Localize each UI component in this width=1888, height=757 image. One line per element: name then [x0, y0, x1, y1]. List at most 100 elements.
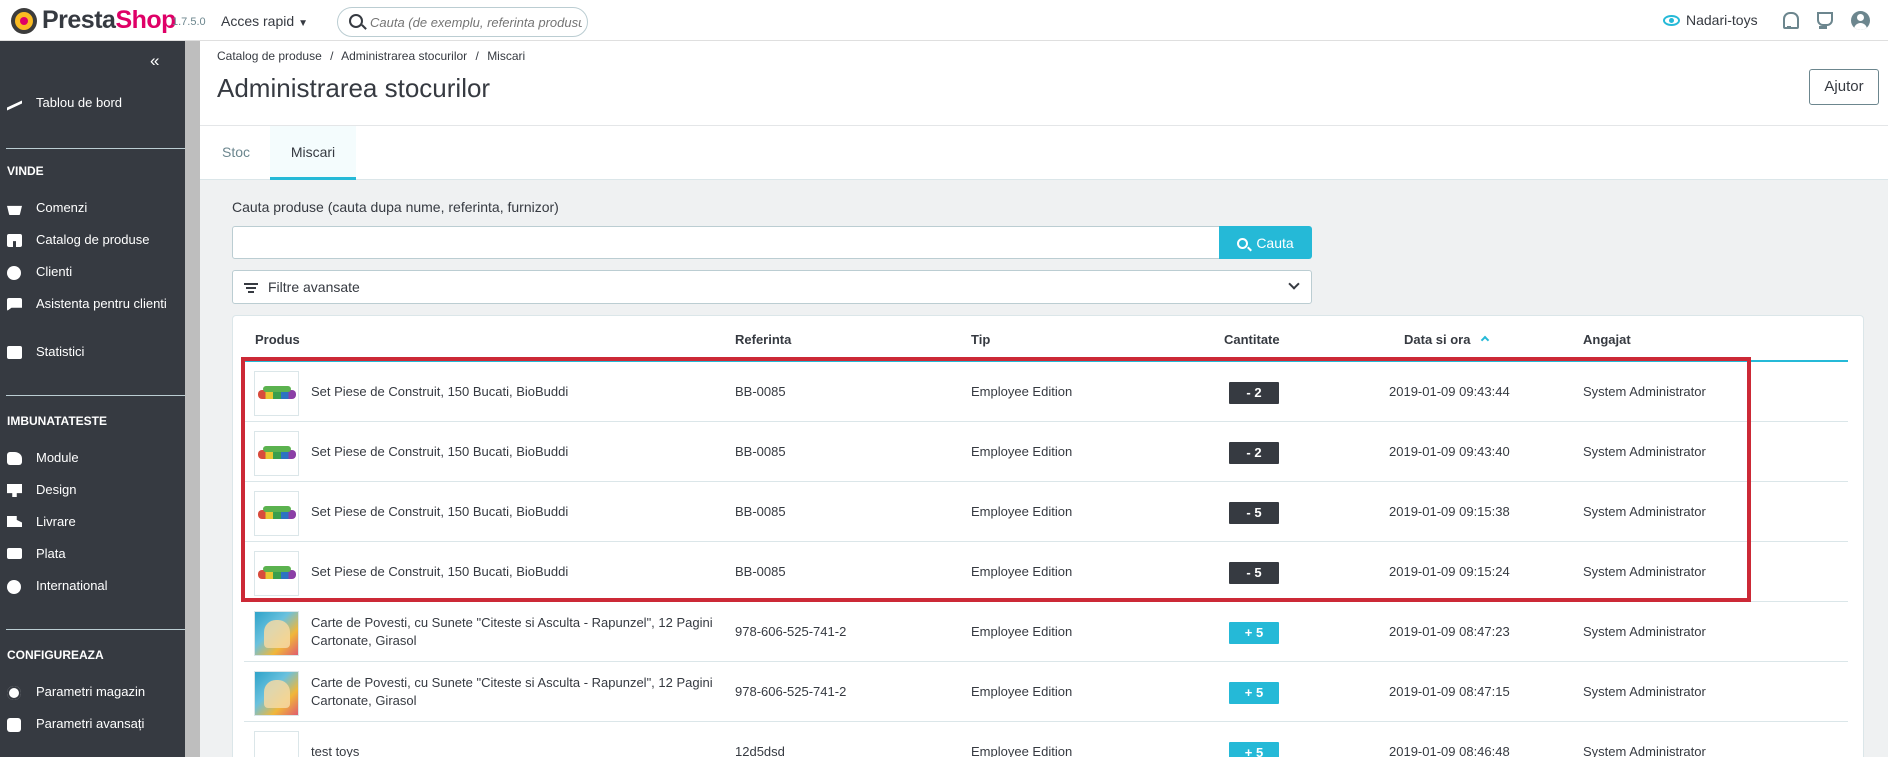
- quantity-badge: - 2: [1229, 382, 1279, 404]
- column-header-produs[interactable]: Produs: [255, 332, 300, 347]
- product-name[interactable]: Carte de Povesti, cu Sunete "Citeste si …: [311, 614, 731, 650]
- table-row[interactable]: Set Piese de Construit, 150 Bucati, BioB…: [244, 482, 1848, 542]
- sidebar-item-label: Parametri avansați: [36, 716, 145, 731]
- view-shop-link[interactable]: Nadari-toys: [1663, 12, 1758, 28]
- employee-name: System Administrator: [1583, 384, 1706, 399]
- product-search-input[interactable]: [232, 226, 1220, 259]
- quantity-badge: - 2: [1229, 442, 1279, 464]
- employee-name: System Administrator: [1583, 504, 1706, 519]
- movement-datetime: 2019-01-09 09:15:38: [1389, 504, 1510, 519]
- search-label: Cauta produse (cauta dupa nume, referint…: [232, 199, 559, 215]
- table-row[interactable]: Set Piese de Construit, 150 Bucati, BioB…: [244, 362, 1848, 422]
- movement-datetime: 2019-01-09 08:47:15: [1389, 684, 1510, 699]
- sort-ascending-icon[interactable]: [1481, 335, 1490, 345]
- employee-name: System Administrator: [1583, 684, 1706, 699]
- person-icon: [7, 266, 23, 280]
- eye-icon: [1663, 15, 1680, 26]
- sidebar-item-label: Parametri magazin: [36, 684, 146, 699]
- sidebar-item-label: Plata: [36, 546, 66, 561]
- brand-shop: Shop: [115, 6, 176, 34]
- tab-stoc[interactable]: Stoc: [200, 126, 272, 180]
- settings-box-icon: [7, 718, 23, 732]
- movement-datetime: 2019-01-09 09:43:40: [1389, 444, 1510, 459]
- sidebar-item-label: Design: [36, 482, 77, 497]
- trophy-icon[interactable]: [1814, 12, 1833, 30]
- sidebar-item-label: International: [36, 578, 108, 593]
- search-button[interactable]: Cauta: [1219, 226, 1312, 259]
- product-thumbnail[interactable]: [254, 671, 299, 716]
- movement-type: Employee Edition: [971, 744, 1073, 757]
- column-header-angajat[interactable]: Angajat: [1583, 332, 1631, 347]
- product-thumbnail[interactable]: [254, 731, 299, 757]
- product-thumbnail[interactable]: [254, 551, 299, 596]
- employee-name: System Administrator: [1583, 744, 1706, 757]
- notifications-bell-icon[interactable]: [1782, 12, 1799, 29]
- user-account-icon[interactable]: [1851, 11, 1870, 30]
- chat-icon: [7, 298, 23, 311]
- movement-datetime: 2019-01-09 09:43:44: [1389, 384, 1510, 399]
- column-header-data-si-ora[interactable]: Data si ora: [1404, 332, 1490, 347]
- breadcrumb: Catalog de produse / Administrarea stocu…: [217, 49, 530, 63]
- advanced-filters-toggle[interactable]: Filtre avansate: [232, 270, 1312, 304]
- column-header-referinta[interactable]: Referinta: [735, 332, 791, 347]
- chevron-down-icon: [1288, 278, 1300, 290]
- column-header-tip[interactable]: Tip: [971, 332, 990, 347]
- product-reference: 978-606-525-741-2: [735, 684, 847, 699]
- sidebar-item-label: Statistici: [36, 344, 85, 359]
- page-title: Administrarea stocurilor: [217, 73, 491, 103]
- product-reference: BB-0085: [735, 444, 786, 459]
- product-name[interactable]: Set Piese de Construit, 150 Bucati, BioB…: [311, 563, 731, 581]
- sidebar-divider: [6, 629, 185, 630]
- product-name[interactable]: Set Piese de Construit, 150 Bucati, BioB…: [311, 443, 731, 461]
- table-row[interactable]: Carte de Povesti, cu Sunete "Citeste si …: [244, 602, 1848, 662]
- global-search-input[interactable]: [370, 12, 582, 32]
- version-label: 1.7.5.0: [172, 16, 206, 28]
- column-header-cantitate[interactable]: Cantitate: [1224, 332, 1280, 347]
- table-row[interactable]: test toys 12d5dsd Employee Edition + 5 2019-…: [244, 722, 1848, 757]
- sidebar: « Tablou de bord VINDE Comenzi Catalog d…: [0, 41, 185, 757]
- product-thumbnail[interactable]: [254, 431, 299, 476]
- product-name[interactable]: Carte de Povesti, cu Sunete "Citeste si …: [311, 674, 731, 710]
- product-thumbnail[interactable]: [254, 491, 299, 536]
- globe-icon: [7, 580, 23, 594]
- sidebar-item-label: Tablou de bord: [36, 95, 123, 110]
- search-icon: [1237, 237, 1249, 249]
- filter-icon: [244, 283, 258, 293]
- quantity-badge: - 5: [1229, 502, 1279, 524]
- sidebar-divider: [6, 395, 185, 396]
- prestashop-logo-icon[interactable]: [11, 8, 37, 34]
- brand-name[interactable]: PrestaShop: [42, 6, 176, 35]
- product-thumbnail[interactable]: [254, 611, 299, 656]
- quick-access-dropdown[interactable]: Acces rapid ▼: [221, 13, 308, 29]
- table-row[interactable]: Set Piese de Construit, 150 Bucati, BioB…: [244, 542, 1848, 602]
- product-reference: 12d5dsd: [735, 744, 785, 757]
- store-icon: [7, 234, 23, 247]
- quantity-badge: + 5: [1229, 622, 1279, 644]
- caret-down-icon: ▼: [298, 18, 309, 29]
- section-title-configureaza: CONFIGUREAZA: [7, 648, 104, 662]
- sidebar-divider: [6, 148, 185, 149]
- employee-name: System Administrator: [1583, 564, 1706, 579]
- breadcrumb-catalog[interactable]: Catalog de produse: [217, 49, 322, 63]
- product-name[interactable]: test toys: [311, 743, 731, 757]
- employee-name: System Administrator: [1583, 624, 1706, 639]
- tab-miscari[interactable]: Miscari: [270, 126, 356, 180]
- movement-type: Employee Edition: [971, 624, 1073, 639]
- movement-datetime: 2019-01-09 09:15:24: [1389, 564, 1510, 579]
- table-row[interactable]: Carte de Povesti, cu Sunete "Citeste si …: [244, 662, 1848, 722]
- breadcrumb-stock-management[interactable]: Administrarea stocurilor: [341, 49, 467, 63]
- collapse-sidebar-icon[interactable]: «: [150, 52, 159, 69]
- product-name[interactable]: Set Piese de Construit, 150 Bucati, BioB…: [311, 503, 731, 521]
- movement-datetime: 2019-01-09 08:46:48: [1389, 744, 1510, 757]
- product-reference: BB-0085: [735, 384, 786, 399]
- table-row[interactable]: Set Piese de Construit, 150 Bucati, BioB…: [244, 422, 1848, 482]
- top-header: PrestaShop 1.7.5.0 Acces rapid▼ Nadari-t…: [0, 0, 1888, 41]
- puzzle-icon: [7, 452, 23, 465]
- search-icon: [349, 14, 363, 28]
- product-reference: BB-0085: [735, 504, 786, 519]
- help-button[interactable]: Ajutor: [1809, 69, 1879, 105]
- product-thumbnail[interactable]: [254, 371, 299, 416]
- shop-name: Nadari-toys: [1686, 12, 1758, 28]
- global-search[interactable]: [337, 7, 588, 37]
- product-name[interactable]: Set Piese de Construit, 150 Bucati, BioB…: [311, 383, 731, 401]
